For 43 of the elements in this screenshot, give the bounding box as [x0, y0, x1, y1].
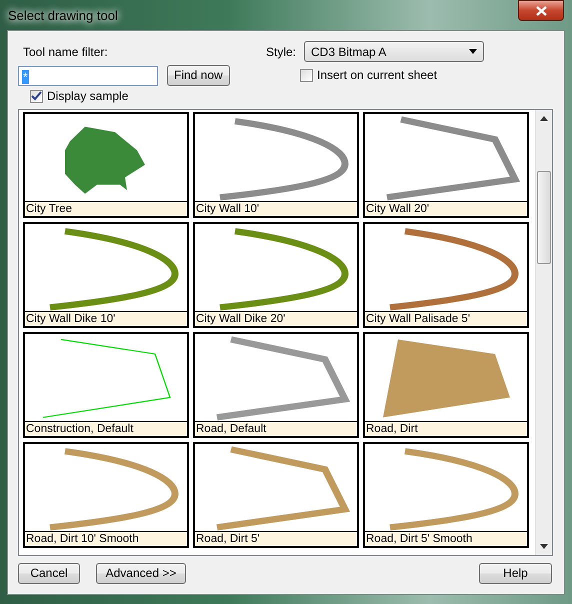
scroll-down-icon — [540, 544, 548, 549]
tool-tile[interactable]: Road, Dirt 5' Smooth — [363, 442, 529, 548]
tool-tile[interactable]: City Wall 10' — [193, 112, 359, 218]
tool-tile[interactable]: City Wall Palisade 5' — [363, 222, 529, 328]
close-button[interactable] — [518, 0, 564, 21]
cancel-button[interactable]: Cancel — [18, 563, 80, 584]
scrollbar[interactable] — [535, 110, 552, 555]
tool-tile[interactable]: City Tree — [23, 112, 189, 218]
checkbox[interactable] — [30, 90, 43, 102]
tool-caption: Road, Dirt 5' — [195, 531, 357, 546]
tool-tile[interactable]: Road, Dirt 5' — [193, 442, 359, 548]
tool-caption: City Wall 20' — [365, 201, 527, 216]
tool-caption: Construction, Default — [25, 421, 187, 436]
checkbox-label: Display sample — [47, 88, 128, 105]
tool-caption: City Wall 10' — [195, 201, 357, 216]
scroll-up-icon — [540, 116, 548, 121]
checkbox-label: Insert on current sheet — [317, 67, 438, 84]
help-button[interactable]: Help — [479, 563, 552, 584]
find-now-button[interactable]: Find now — [167, 65, 230, 86]
tool-caption: City Wall Dike 10' — [25, 311, 187, 326]
tool-tile[interactable]: City Wall 20' — [363, 112, 529, 218]
tool-caption: Road, Default — [195, 421, 357, 436]
tool-tile[interactable]: Construction, Default — [23, 332, 189, 438]
tool-caption: City Wall Palisade 5' — [365, 311, 527, 326]
tool-tile[interactable]: Road, Dirt 10' Smooth — [23, 442, 189, 548]
close-icon — [536, 6, 546, 16]
tool-tile[interactable]: Road, Dirt — [363, 332, 529, 438]
style-label: Style: — [266, 44, 296, 60]
filter-label: Tool name filter: — [23, 44, 109, 61]
tool-caption: Road, Dirt 10' Smooth — [25, 531, 187, 546]
tool-caption: City Wall Dike 20' — [195, 311, 357, 326]
tool-caption: Road, Dirt 5' Smooth — [365, 531, 527, 546]
tool-caption: City Tree — [25, 201, 187, 216]
window-title: Select drawing tool — [8, 7, 118, 25]
tool-tile[interactable]: Road, Default — [193, 332, 359, 438]
tool-caption: Road, Dirt — [365, 421, 527, 436]
scroll-thumb[interactable] — [537, 171, 552, 264]
tool-tile[interactable]: City Wall Dike 10' — [23, 222, 189, 328]
advanced-button[interactable]: Advanced >> — [96, 563, 186, 584]
style-dropdown[interactable]: CD3 Bitmap A — [304, 41, 484, 62]
dropdown-arrow-icon — [469, 49, 478, 54]
tool-tile[interactable]: City Wall Dike 20' — [193, 222, 359, 328]
checkbox[interactable] — [300, 68, 313, 82]
